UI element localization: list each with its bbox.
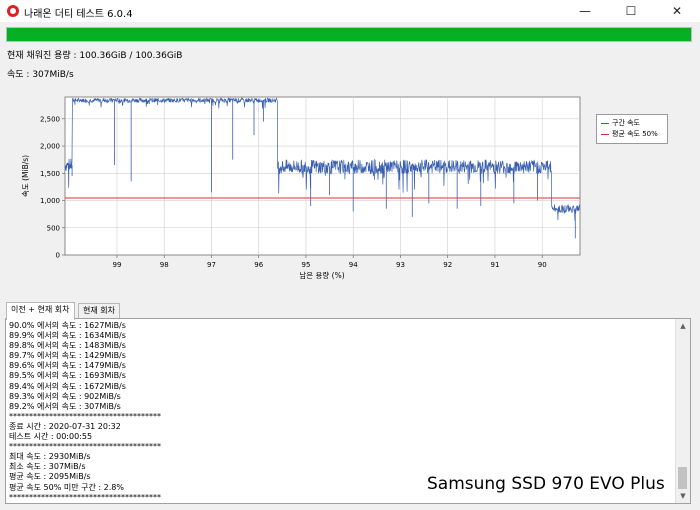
- log-line: 89.7% 에서의 속도 : 1429MiB/s: [9, 351, 126, 361]
- scroll-thumb[interactable]: [678, 467, 687, 489]
- log-line: 테스트 시간 : 00:00:55: [9, 432, 93, 442]
- current-speed: 속도 : 307MiB/s: [7, 70, 74, 80]
- y-tick-label: 500: [47, 224, 60, 232]
- log-line: 89.8% 에서의 속도 : 1483MiB/s: [9, 341, 126, 351]
- x-axis-label: 남은 용량 (%): [299, 271, 344, 280]
- log-line: 최소 속도 : 307MiB/s: [9, 462, 86, 472]
- log-line: **************************************: [9, 411, 161, 421]
- x-tick-label: 96: [254, 261, 263, 269]
- log-line: 89.3% 에서의 속도 : 902MiB/s: [9, 391, 121, 401]
- app-logo-icon: [7, 5, 19, 17]
- x-tick-label: 90: [538, 261, 547, 269]
- x-tick-label: 97: [207, 261, 216, 269]
- plot-area: [64, 96, 581, 256]
- legend-swatch-red: [601, 133, 609, 135]
- close-button[interactable]: ✕: [654, 0, 700, 22]
- legend-label-segment-speed: 구간 속도: [612, 119, 640, 127]
- log-lines: 90.0% 에서의 속도 : 1627MiB/s 89.9% 에서의 속도 : 1…: [9, 321, 161, 503]
- tab-previous-and-current[interactable]: 이전 + 현재 회차: [6, 302, 75, 320]
- y-tick-label: 1,000: [40, 197, 60, 205]
- x-tick-label: 92: [443, 261, 452, 269]
- title-bar: 나래온 더티 테스트 6.0.4 — ☐ ✕: [0, 0, 700, 22]
- window-title: 나래온 더티 테스트 6.0.4: [24, 9, 133, 20]
- x-axis-ticks: 99 98 97 96 95 94 93 92 91 90: [113, 255, 547, 269]
- log-line: 89.9% 에서의 속도 : 1634MiB/s: [9, 331, 126, 341]
- log-line: 종료 시간 : 2020-07-31 20:32: [9, 421, 121, 431]
- log-line: 90.0% 에서의 속도 : 1627MiB/s: [9, 321, 126, 330]
- y-axis-label: 속도 (MiB/s): [21, 155, 30, 197]
- y-tick-label: 1,500: [40, 170, 60, 178]
- log-line: 평균 속도 50% 미만 구간 : 2.8%: [9, 482, 124, 492]
- legend-label-average-speed: 평균 속도 50%: [612, 130, 658, 138]
- x-tick-label: 93: [396, 261, 405, 269]
- write-progress-fill: [7, 28, 691, 41]
- scroll-down-arrow-icon[interactable]: ▼: [676, 489, 690, 503]
- speed-chart-panel: 0 500 1,000 1,500 2,000 2,500 99 98 97 96 95 94 93 9…: [0, 87, 700, 297]
- minimize-button[interactable]: —: [562, 0, 608, 22]
- chart-legend: 구간 속도 평균 속도 50%: [596, 114, 668, 144]
- scroll-up-arrow-icon[interactable]: ▲: [676, 319, 690, 333]
- tab-current[interactable]: 현재 회차: [78, 303, 120, 319]
- legend-swatch-blue: [601, 122, 609, 124]
- x-tick-label: 91: [490, 261, 499, 269]
- write-progress-bar: [6, 27, 692, 42]
- log-line: 89.4% 에서의 속도 : 1672MiB/s: [9, 381, 126, 391]
- log-line: 평균 속도 : 2095MiB/s: [9, 472, 91, 482]
- drive-model-overlay: Samsung SSD 970 EVO Plus: [427, 474, 665, 494]
- log-line: 89.6% 에서의 속도 : 1479MiB/s: [9, 361, 126, 371]
- log-line: 89.2% 에서의 속도 : 307MiB/s: [9, 401, 121, 411]
- x-tick-label: 95: [302, 261, 311, 269]
- y-axis-ticks: 0 500 1,000 1,500 2,000 2,500: [40, 115, 65, 260]
- y-tick-label: 2,000: [40, 143, 60, 151]
- log-line: **************************************: [9, 492, 161, 502]
- log-line: 최대 속도 : 2930MiB/s: [9, 452, 91, 462]
- x-tick-label: 94: [349, 261, 358, 269]
- x-tick-label: 99: [113, 261, 122, 269]
- written-capacity: 현재 채워진 용량 : 100.36GiB / 100.36GiB: [7, 51, 183, 61]
- maximize-button[interactable]: ☐: [608, 0, 654, 22]
- legend-item-segment-speed: 구간 속도: [601, 118, 640, 128]
- log-line: **************************************: [9, 442, 161, 452]
- legend-item-average-speed: 평균 속도 50%: [601, 129, 658, 139]
- speed-chart: 05001,0001,5002,0002,500 99 98 97 96 95 94 93 9…: [21, 96, 581, 280]
- y-tick-label: 0: [56, 252, 60, 260]
- log-line: 89.5% 에서의 속도 : 1693MiB/s: [9, 371, 126, 381]
- x-tick-label: 98: [160, 261, 169, 269]
- log-scrollbar[interactable]: ▲ ▼: [675, 319, 690, 503]
- y-tick-label: 2,500: [40, 115, 60, 123]
